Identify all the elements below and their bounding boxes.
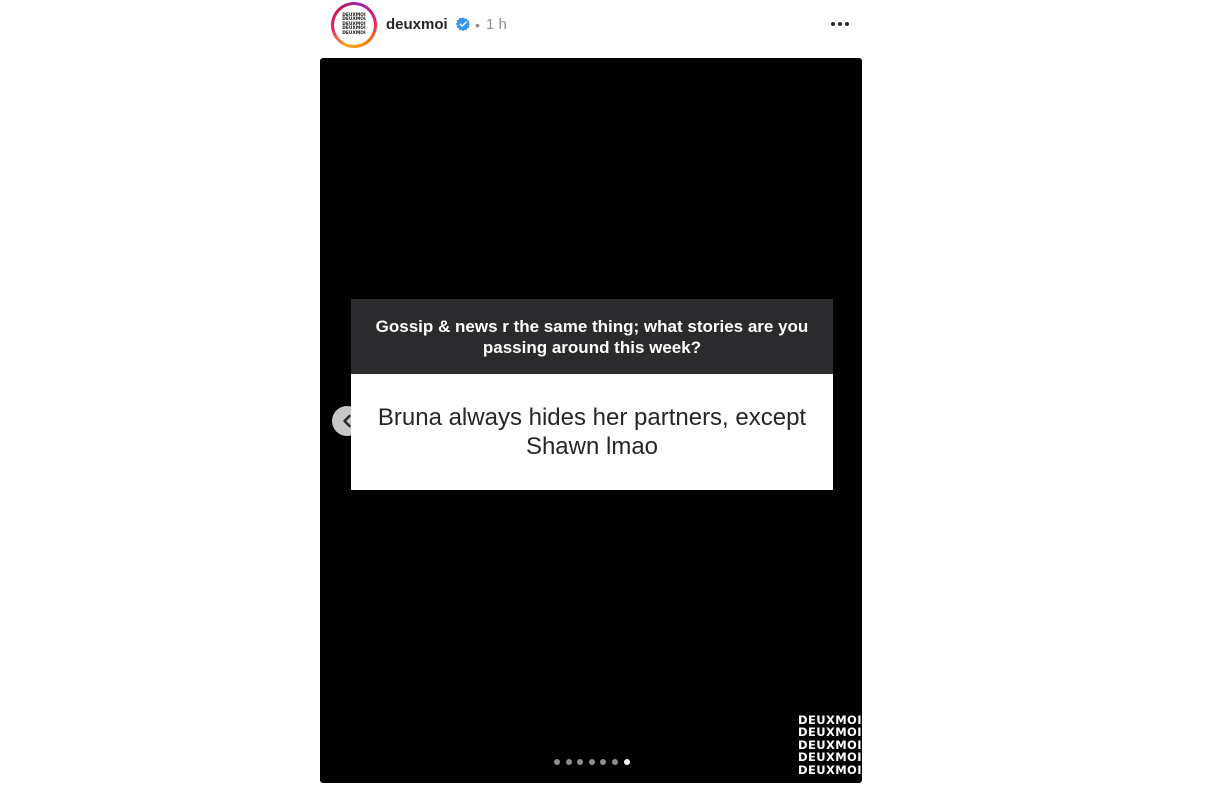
separator-dot: •: [475, 17, 480, 33]
chevron-left-icon: [343, 414, 351, 428]
carousel-dot: [611, 759, 618, 765]
more-dot: [845, 22, 849, 26]
more-dot: [831, 22, 835, 26]
answer-text: Bruna always hides her partners, except …: [377, 404, 807, 460]
more-options-icon[interactable]: [826, 12, 854, 36]
answer-box: Bruna always hides her partners, except …: [351, 374, 833, 490]
watermark-line: DEUXMOI: [798, 750, 862, 765]
carousel-indicator: [554, 759, 630, 765]
post-time[interactable]: 1 h: [486, 15, 507, 35]
verified-badge-icon: [455, 17, 471, 32]
deuxmoi-watermark: DEUXMOI DEUXMOI DEUXMOI DEUXMOI DEUXMOI: [798, 714, 862, 776]
previous-slide-button[interactable]: [332, 406, 362, 436]
instagram-post: DEUXMOI DEUXMOI DEUXMOI DEUXMOI DEUXMOI …: [0, 0, 1219, 791]
carousel-dot: [565, 759, 572, 765]
carousel-dot: [577, 759, 584, 765]
username-link[interactable]: deuxmoi: [386, 15, 448, 35]
watermark-line: DEUXMOI: [798, 762, 862, 776]
avatar-logo-line: DEUXMOI: [342, 30, 366, 36]
carousel-dot: [623, 759, 630, 765]
carousel-dot: [554, 759, 560, 765]
more-dot: [838, 22, 842, 26]
post-header: DEUXMOI DEUXMOI DEUXMOI DEUXMOI DEUXMOI …: [320, 0, 862, 50]
avatar-logo: DEUXMOI DEUXMOI DEUXMOI DEUXMOI DEUXMOI: [334, 5, 374, 45]
question-text: Gossip & news r the same thing; what sto…: [375, 316, 809, 357]
watermark-line: DEUXMOI: [798, 725, 862, 740]
carousel-dot: [600, 759, 607, 765]
avatar[interactable]: DEUXMOI DEUXMOI DEUXMOI DEUXMOI DEUXMOI: [331, 2, 377, 48]
question-sticker: Gossip & news r the same thing; what sto…: [351, 299, 833, 374]
story-media[interactable]: Gossip & news r the same thing; what sto…: [320, 58, 862, 783]
carousel-dot: [588, 759, 595, 765]
